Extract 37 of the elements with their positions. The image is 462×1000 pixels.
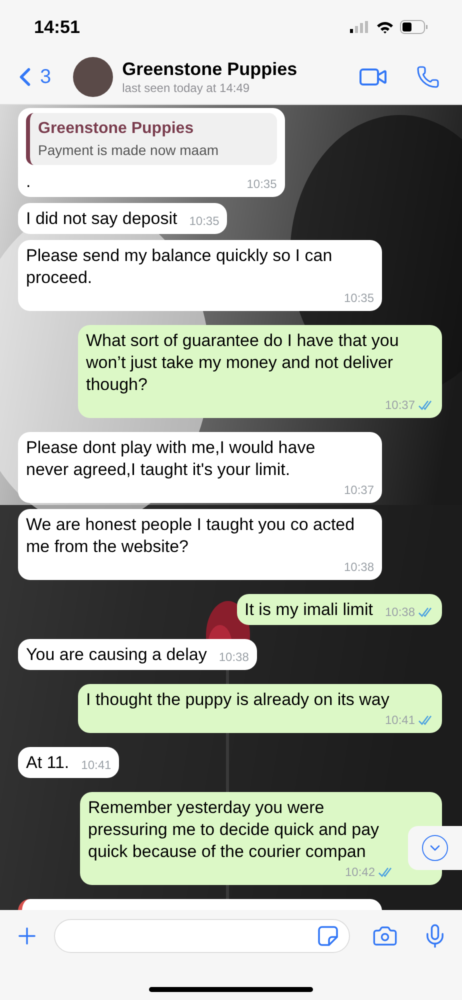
message-time: 10:35 <box>246 177 277 191</box>
quote-text: Payment is made now maam <box>38 141 220 160</box>
phone-icon[interactable] <box>416 65 440 89</box>
message-time: 10:37 <box>344 483 374 497</box>
contact-avatar[interactable] <box>73 57 114 97</box>
message-text: It is my imali limit <box>244 599 373 621</box>
status-time: 14:51 <box>34 16 80 38</box>
contact-name[interactable]: Greenstone Puppies <box>122 58 298 80</box>
message-time: 10:38 <box>344 560 374 574</box>
message-time: 10:42 <box>344 865 375 879</box>
message-text: . <box>26 171 31 193</box>
quoted-message[interactable]: Greenstone Puppies Payment is made now maam <box>26 113 277 165</box>
scroll-down-button[interactable] <box>408 826 462 870</box>
message-text: Please send my balance quickly so I can proceed. <box>26 245 334 289</box>
wifi-icon <box>376 20 394 34</box>
message-time: 10:41 <box>81 758 112 772</box>
sticker-icon[interactable] <box>317 925 339 947</box>
quote-sender: Greenstone Puppies <box>38 119 195 139</box>
back-button[interactable]: 3 <box>10 62 52 92</box>
message-text: What sort of guarantee do I have that you won’t just take my money and not deliver though? <box>86 330 400 396</box>
message-text: I did not say deposit <box>26 208 178 230</box>
message-text: Please dont play with me,I would have never agreed,I taught it's your limit. <box>26 437 316 481</box>
message-text: We are honest people I taught you co acted me from the website? <box>26 514 356 558</box>
battery-icon <box>400 20 428 34</box>
message-text: Remember yesterday you were pressuring me to decide quick and pay quick because of the courier compan <box>88 797 380 863</box>
message-time: 10:35 <box>344 291 374 305</box>
message-text: You are causing a delay <box>26 644 207 666</box>
message-text: At 11. <box>26 752 70 774</box>
message-input[interactable] <box>54 919 350 953</box>
signal-icon <box>350 21 370 33</box>
message-time: 10:41 <box>384 713 415 727</box>
message-text: I thought the puppy is already on its way <box>86 689 390 711</box>
message-time: 10:38 <box>218 650 249 664</box>
message-time: 10:37 <box>384 398 415 412</box>
last-seen: last seen today at 14:49 <box>122 80 251 96</box>
message-time: 10:35 <box>189 214 220 228</box>
message-time: 10:38 <box>384 605 415 619</box>
